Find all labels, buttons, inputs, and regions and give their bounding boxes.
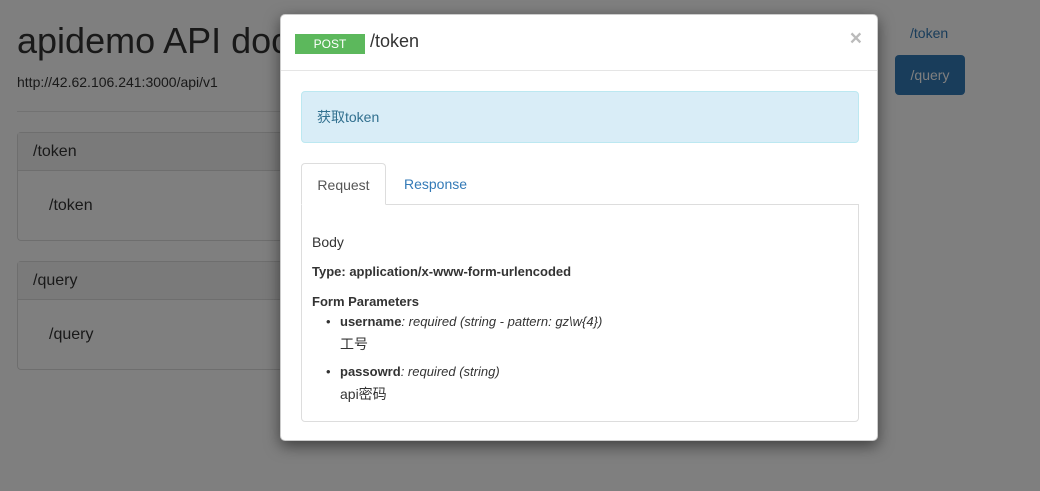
body-heading: Body (312, 234, 344, 250)
body-type: Type: application/x-www-form-urlencoded (312, 264, 572, 279)
modal-title: /token (370, 31, 420, 51)
modal-header: POST /token × (281, 15, 877, 71)
param-meta: : required (string) (400, 364, 500, 379)
param-description: api密码 (340, 386, 387, 402)
param-line: passowrd: required (string) (340, 364, 500, 379)
close-icon[interactable]: × (850, 28, 862, 49)
bullet-icon: • (326, 314, 331, 329)
param-meta: : required (string - pattern: gz\w{4}) (401, 314, 603, 329)
param-name: username (340, 314, 402, 329)
method-modal: POST /token × 获取token Request Response B… (280, 14, 878, 441)
description-alert: 获取token (301, 91, 859, 143)
tab-response[interactable]: Response (389, 163, 482, 205)
param-name: passowrd (340, 364, 401, 379)
bullet-icon: • (326, 364, 331, 379)
param-description: 工号 (340, 336, 368, 352)
request-tab-content: Body Type: application/x-www-form-urlenc… (301, 204, 859, 422)
tab-request[interactable]: Request (301, 163, 386, 205)
form-parameters-heading: Form Parameters (312, 294, 419, 309)
param-line: username: required (string - pattern: gz… (340, 314, 602, 329)
method-badge: POST (295, 34, 365, 54)
